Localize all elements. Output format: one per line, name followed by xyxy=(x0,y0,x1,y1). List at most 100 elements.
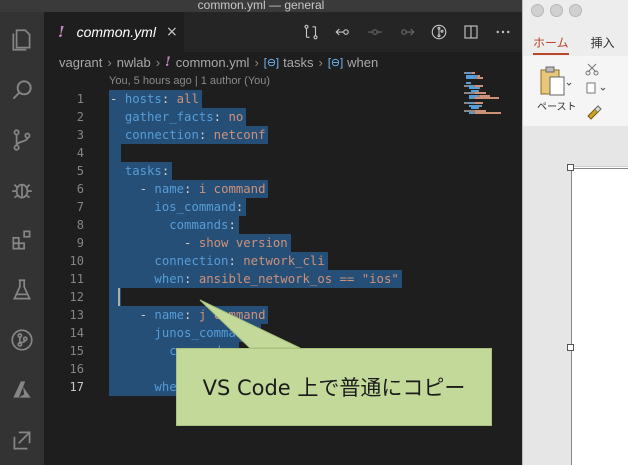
symbol-field-icon: [⊖] xyxy=(263,56,280,69)
source-control-icon[interactable] xyxy=(6,124,38,156)
yaml-file-icon: ! xyxy=(165,54,171,70)
copy-icon[interactable] xyxy=(585,82,607,96)
code-line[interactable]: 3 connection: netconf xyxy=(44,126,462,144)
editor-toolbar xyxy=(300,20,514,44)
minimize-window-button[interactable] xyxy=(550,4,563,17)
minimap-stroke xyxy=(479,87,481,89)
breadcrumb-item-vagrant[interactable]: vagrant xyxy=(59,55,102,70)
code-text: connection: netconf xyxy=(124,128,266,142)
search-icon[interactable] xyxy=(6,74,38,106)
line-number: 3 xyxy=(76,128,84,142)
tab-label: common.yml xyxy=(76,24,156,40)
code-text: - show version xyxy=(110,236,288,250)
code-text: junos_command: xyxy=(154,326,259,340)
minimap-stroke xyxy=(481,104,482,107)
text-placeholder[interactable] xyxy=(571,168,628,465)
code-line[interactable]: 1 - hosts: all xyxy=(44,90,462,108)
line-number: 15 xyxy=(69,344,84,358)
code-line[interactable]: 8 commands: xyxy=(44,216,462,234)
code-text: - name: j command xyxy=(110,308,266,322)
code-line[interactable]: 14 junos_command: xyxy=(44,324,462,342)
code-line[interactable]: 13 - name: j command xyxy=(44,306,462,324)
callout-box: VS Code 上で普通にコピー xyxy=(176,348,492,426)
breadcrumb-item-when[interactable]: when xyxy=(347,55,378,70)
line-number: 9 xyxy=(76,236,84,250)
code-line[interactable]: 6 - name: i command xyxy=(44,180,462,198)
minimap-stroke xyxy=(476,77,483,79)
slide-area xyxy=(523,126,628,465)
activity-bar xyxy=(0,12,44,465)
code-text: ios_command: xyxy=(154,200,244,214)
ribbon-tab-home[interactable]: ホーム xyxy=(533,34,569,55)
code-line[interactable]: 12 xyxy=(44,288,462,306)
line-number: 11 xyxy=(69,272,84,286)
files-icon[interactable] xyxy=(6,24,38,56)
chevron-right-icon: › xyxy=(318,54,323,70)
remote-share-icon[interactable] xyxy=(6,424,38,456)
close-icon[interactable]: × xyxy=(166,24,178,40)
breadcrumb-item-file[interactable]: common.yml xyxy=(176,55,250,70)
go-back-icon[interactable] xyxy=(332,21,354,43)
code-line[interactable]: 10 connection: network_cli xyxy=(44,252,462,270)
resize-handle[interactable] xyxy=(567,164,574,171)
line-number: 10 xyxy=(69,254,84,268)
extensions-icon[interactable] xyxy=(6,224,38,256)
chevron-right-icon: › xyxy=(254,54,259,70)
paste-label: ペースト xyxy=(537,102,577,113)
line-number: 12 xyxy=(69,290,84,304)
code-text: commands: xyxy=(169,218,236,232)
test-flask-icon[interactable] xyxy=(6,274,38,306)
code-line[interactable]: 9 - show version xyxy=(44,234,462,252)
text-cursor xyxy=(118,288,120,306)
powerpoint-window: ホーム 挿入 ペースト xyxy=(522,0,628,465)
breadcrumb-item-nwlab[interactable]: nwlab xyxy=(117,55,151,70)
tab-bar: ! common.yml × xyxy=(44,12,522,52)
zoom-window-button[interactable] xyxy=(569,4,582,17)
yaml-file-icon: ! xyxy=(58,23,65,41)
git-lens-icon[interactable] xyxy=(428,21,450,43)
line-number: 2 xyxy=(76,110,84,124)
resize-handle[interactable] xyxy=(567,344,574,351)
codelens-blame[interactable]: You, 5 hours ago | 1 author (You) xyxy=(109,75,270,87)
line-number: 13 xyxy=(69,308,84,322)
code-text: - hosts: all xyxy=(110,92,199,106)
chevron-right-icon: › xyxy=(155,54,161,70)
paste-icon[interactable] xyxy=(537,64,573,98)
code-line[interactable]: 4 xyxy=(44,144,462,162)
window-title: common.yml — general xyxy=(197,0,325,12)
breadcrumb-item-tasks[interactable]: tasks xyxy=(283,55,313,70)
cut-icon[interactable] xyxy=(585,62,599,76)
commit-icon[interactable] xyxy=(364,21,386,43)
debug-icon[interactable] xyxy=(6,174,38,206)
compare-changes-icon[interactable] xyxy=(300,21,322,43)
line-number: 1 xyxy=(76,92,84,106)
code-text: connection: network_cli xyxy=(154,254,325,268)
more-actions-icon[interactable] xyxy=(492,21,514,43)
minimap-stroke xyxy=(474,112,501,114)
code-line[interactable]: 7 ios_command: xyxy=(44,198,462,216)
go-forward-icon[interactable] xyxy=(396,21,418,43)
ribbon-tabs: ホーム 挿入 xyxy=(533,34,615,55)
code-text: tasks: xyxy=(124,164,170,178)
selection-highlight xyxy=(109,144,121,162)
symbol-field-icon: [⊖] xyxy=(327,56,344,69)
code-text: gather_facts: no xyxy=(124,110,244,124)
close-window-button[interactable] xyxy=(531,4,544,17)
format-painter-icon[interactable] xyxy=(585,104,603,120)
code-line[interactable]: 11 when: ansible_network_os == "ios" xyxy=(44,270,462,288)
line-number: 6 xyxy=(76,182,84,196)
code-line[interactable]: 5 tasks: xyxy=(44,162,462,180)
tab-common-yml[interactable]: ! common.yml × xyxy=(44,12,184,52)
code-line[interactable]: 2 gather_facts: no xyxy=(44,108,462,126)
split-editor-icon[interactable] xyxy=(460,21,482,43)
line-number: 7 xyxy=(76,200,84,214)
git-graph-icon[interactable] xyxy=(6,324,38,356)
minimap-stroke xyxy=(474,97,500,99)
window-controls xyxy=(531,4,582,17)
line-number: 16 xyxy=(69,362,84,376)
ribbon-tab-insert[interactable]: 挿入 xyxy=(591,34,615,55)
azure-icon[interactable] xyxy=(6,374,38,406)
line-number: 17 xyxy=(69,380,84,394)
chevron-right-icon: › xyxy=(107,54,112,70)
callout-text: VS Code 上で普通にコピー xyxy=(202,376,466,400)
